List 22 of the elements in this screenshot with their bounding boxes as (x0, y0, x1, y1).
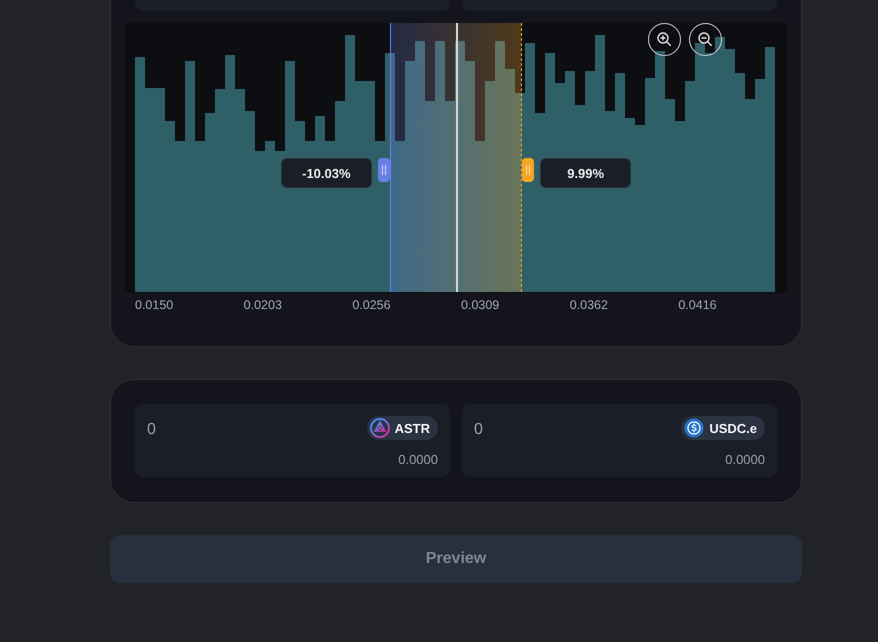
upper-percent-label: 9.99% (540, 158, 632, 188)
axis-label: 0.0416 (678, 298, 718, 312)
token-selector[interactable]: ASTR (366, 416, 438, 440)
axis-label: 0.0150 (135, 298, 174, 312)
zoom-in-icon (656, 31, 673, 48)
axis-label: 0.0362 (570, 298, 609, 312)
upper-range-handle[interactable] (522, 158, 534, 182)
axis-label: 0.0203 (244, 298, 283, 312)
zoom-in-button[interactable] (648, 23, 681, 56)
token-icon (370, 418, 390, 438)
zoom-out-icon (697, 31, 714, 48)
coin-icon (684, 418, 704, 438)
lower-range-handle[interactable] (378, 158, 390, 182)
amount-input[interactable]: 0 (147, 421, 297, 439)
amount-input[interactable]: 0 (474, 421, 624, 439)
axis-label: 0.0309 (461, 298, 500, 312)
token-selector[interactable]: USDC.e (681, 416, 765, 440)
balance-text: 0.0000 (725, 452, 765, 467)
balance-text: 0.0000 (398, 452, 438, 467)
zoom-out-button[interactable] (689, 23, 722, 56)
lower-percent-label: -10.03% (280, 158, 372, 188)
axis-label: 0.0256 (352, 298, 392, 312)
